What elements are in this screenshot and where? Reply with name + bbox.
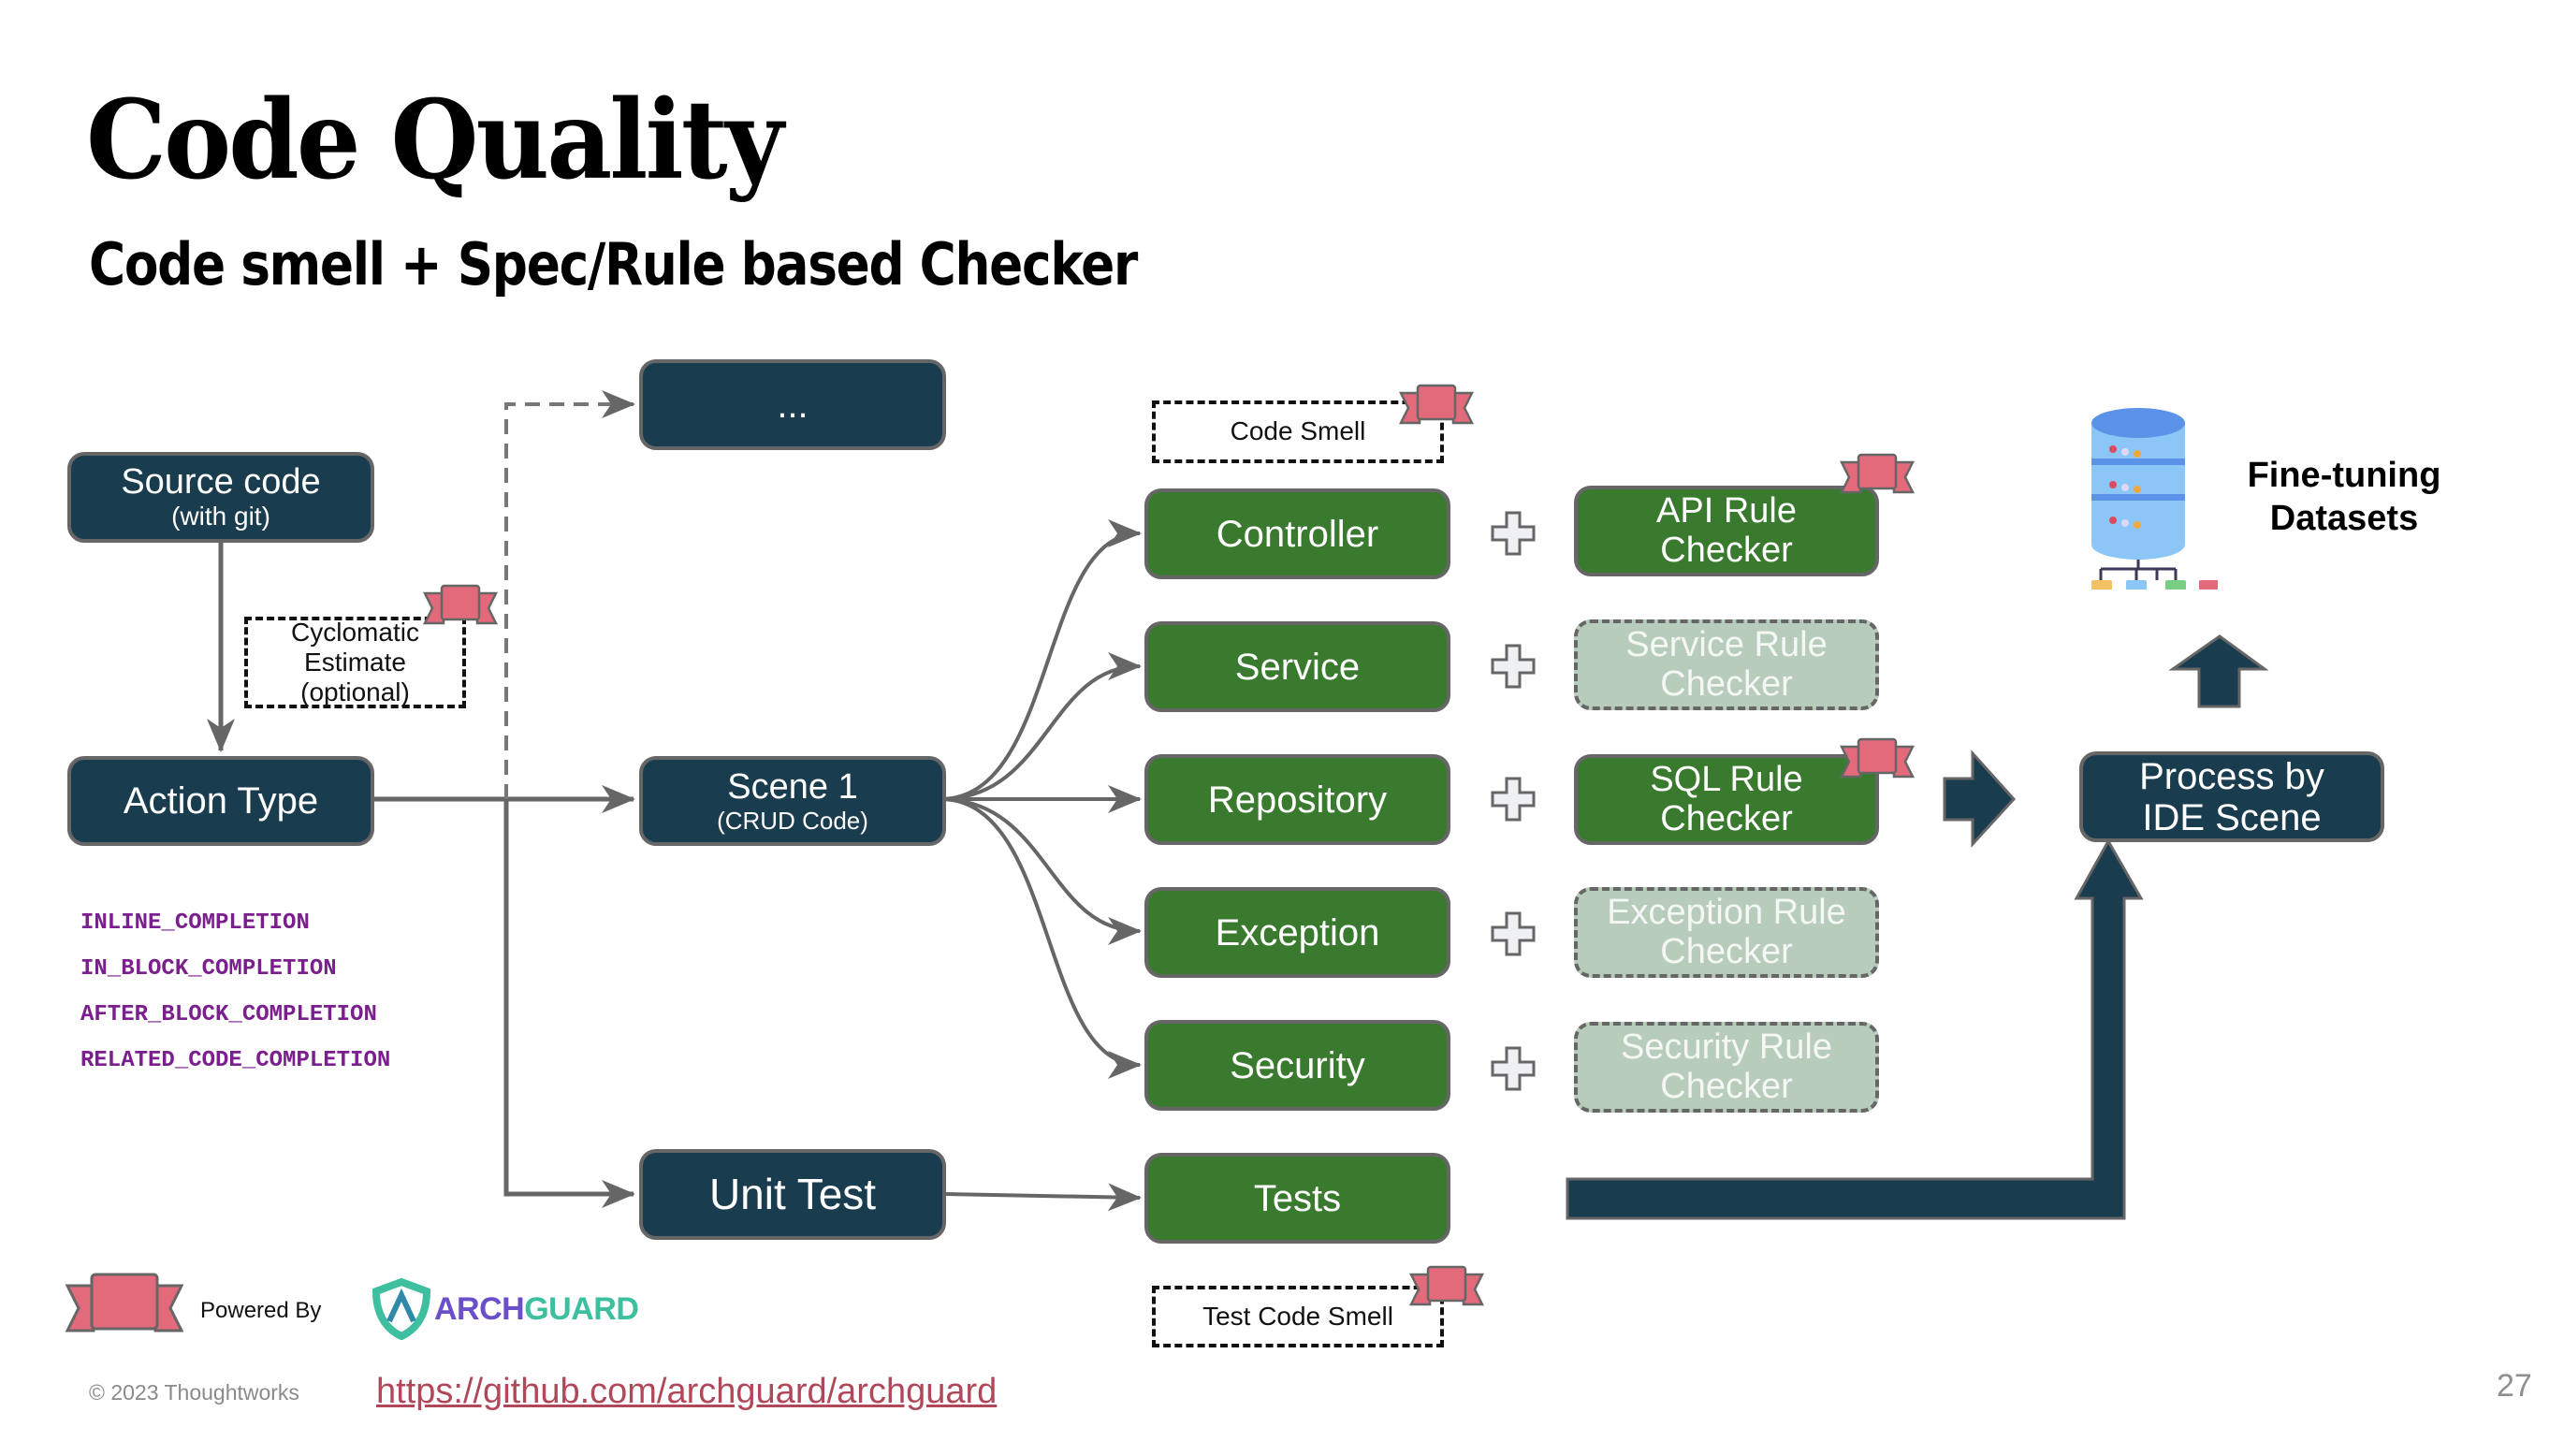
brand-part1: ARCH xyxy=(434,1291,525,1327)
controller-label: Controller xyxy=(1216,513,1379,555)
cyclomatic-line2: Estimate xyxy=(304,647,406,677)
action-type-list: INLINE_COMPLETION IN_BLOCK_COMPLETION AF… xyxy=(80,900,390,1084)
repository-label: Repository xyxy=(1207,779,1388,821)
tests-label: Tests xyxy=(1253,1177,1342,1219)
github-link[interactable]: https://github.com/archguard/archguard xyxy=(376,1372,997,1412)
brand-part2: GUARD xyxy=(524,1291,639,1327)
plus-icon xyxy=(1491,911,1536,956)
sql-rule-checker-node: SQL Rule Checker xyxy=(1574,754,1879,845)
ribbon-icon xyxy=(1399,384,1474,425)
exception-rule-checker-node: Exception Rule Checker xyxy=(1574,887,1879,978)
database-icon xyxy=(2091,408,2218,590)
action-type-item: IN_BLOCK_COMPLETION xyxy=(80,956,337,982)
security-node: Security xyxy=(1144,1020,1450,1111)
checker-label-line2: Checker xyxy=(1660,530,1793,570)
unit-test-node: Unit Test xyxy=(639,1149,946,1240)
checker-label-line2: Checker xyxy=(1660,1066,1793,1106)
output-line1: Fine-tuning xyxy=(2247,456,2441,495)
scene1-label: Scene 1 xyxy=(727,766,858,807)
scene1-node: Scene 1 (CRUD Code) xyxy=(639,756,946,846)
copyright: © 2023 Thoughtworks xyxy=(89,1380,299,1405)
cyclomatic-line3: (optional) xyxy=(300,677,410,707)
process-label-line1: Process by xyxy=(2139,755,2324,797)
cyclomatic-line1: Cyclomatic xyxy=(291,617,419,647)
arrow-unit-to-tests xyxy=(945,1183,1142,1212)
slide-subtitle: Code smell + Spec/Rule based Checker xyxy=(89,230,1138,298)
service-node: Service xyxy=(1144,621,1450,712)
ribbon-icon xyxy=(1840,737,1915,779)
source-code-sublabel: (with git) xyxy=(171,502,270,531)
checker-label-line2: Checker xyxy=(1660,931,1793,971)
tests-node: Tests xyxy=(1144,1153,1450,1244)
security-rule-checker-node: Security Rule Checker xyxy=(1574,1022,1879,1113)
page-number: 27 xyxy=(2497,1368,2532,1404)
service-rule-checker-node: Service Rule Checker xyxy=(1574,619,1879,710)
security-label: Security xyxy=(1230,1044,1365,1086)
plus-icon xyxy=(1491,644,1536,689)
exception-node: Exception xyxy=(1144,887,1450,978)
scene1-sublabel: (CRUD Code) xyxy=(717,806,868,835)
action-type-item: AFTER_BLOCK_COMPLETION xyxy=(80,1002,377,1027)
big-arrow-right xyxy=(1943,750,2017,848)
action-type-label: Action Type xyxy=(123,780,319,822)
source-code-label: Source code xyxy=(121,462,321,502)
checker-label-line2: Checker xyxy=(1660,798,1793,838)
arrow-to-unit-test xyxy=(503,799,635,1208)
powered-by-label: Powered By xyxy=(200,1298,322,1323)
archguard-logo-icon xyxy=(371,1278,431,1340)
more-scenes-node: ... xyxy=(639,359,946,450)
service-label: Service xyxy=(1234,646,1361,688)
checker-label-line1: Service Rule xyxy=(1625,624,1828,664)
process-label-line2: IDE Scene xyxy=(2142,796,2322,838)
big-arrow-up xyxy=(2168,634,2269,708)
checker-label-line1: Security Rule xyxy=(1621,1026,1832,1067)
fine-tuning-datasets-label: Fine-tuning Datasets xyxy=(2208,455,2480,540)
plus-icon xyxy=(1491,1046,1536,1091)
checker-label-line1: Exception Rule xyxy=(1607,892,1846,932)
repository-node: Repository xyxy=(1144,754,1450,845)
archguard-brand: ARCHGUARD xyxy=(434,1291,639,1328)
test-code-smell-note: Test Code Smell xyxy=(1152,1286,1444,1347)
source-code-node: Source code (with git) xyxy=(67,452,374,543)
action-type-node: Action Type xyxy=(67,756,374,846)
controller-node: Controller xyxy=(1144,488,1450,579)
curve-to-security xyxy=(940,797,1142,1079)
ribbon-icon xyxy=(1409,1265,1484,1306)
process-by-ide-scene-node: Process by IDE Scene xyxy=(2079,751,2384,842)
action-type-item: INLINE_COMPLETION xyxy=(80,910,310,936)
unit-test-label: Unit Test xyxy=(708,1170,877,1219)
slide-title: Code Quality xyxy=(86,77,784,204)
checker-label-line1: SQL Rule xyxy=(1650,759,1803,799)
checker-label-line2: Checker xyxy=(1660,663,1793,704)
output-line2: Datasets xyxy=(2269,498,2419,538)
more-scenes-label: ... xyxy=(777,384,809,426)
curve-to-controller xyxy=(940,519,1142,801)
test-code-smell-label: Test Code Smell xyxy=(1202,1301,1393,1331)
checker-label-line1: API Rule xyxy=(1656,490,1797,531)
api-rule-checker-node: API Rule Checker xyxy=(1574,486,1879,576)
exception-label: Exception xyxy=(1215,911,1380,954)
plus-icon xyxy=(1491,511,1536,556)
arrow-dashed-to-more xyxy=(504,390,635,799)
plus-icon xyxy=(1491,777,1536,822)
ribbon-legend-icon xyxy=(66,1273,183,1332)
action-type-item: RELATED_CODE_COMPLETION xyxy=(80,1048,391,1073)
ribbon-icon xyxy=(1840,453,1915,494)
code-smell-label: Code Smell xyxy=(1230,416,1366,446)
ribbon-icon xyxy=(423,584,498,625)
